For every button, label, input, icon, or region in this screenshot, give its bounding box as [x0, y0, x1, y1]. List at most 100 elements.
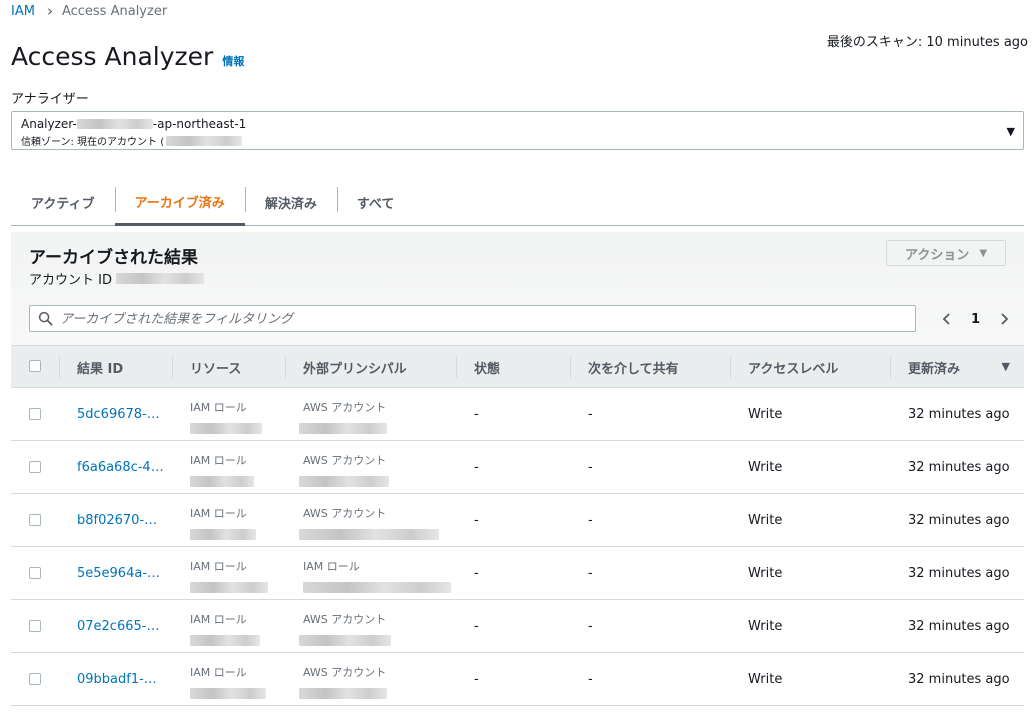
caret-down-icon: ▼ — [979, 247, 988, 259]
shared-via-value: - — [588, 513, 593, 528]
table-row[interactable]: 07e2c665-… IAM ロール AWS アカウント - - Write 3… — [11, 600, 1024, 653]
column-divider — [730, 356, 731, 378]
resource-type: IAM ロール — [190, 666, 247, 679]
status-value: - — [474, 619, 479, 634]
status-value: - — [474, 566, 479, 581]
tab-resolved[interactable]: 解決済み — [244, 180, 337, 225]
row-checkbox[interactable] — [29, 408, 41, 420]
redacted-account-id — [166, 135, 243, 146]
shared-via-value: - — [588, 566, 593, 581]
info-link[interactable]: 情報 — [222, 53, 244, 69]
row-checkbox[interactable] — [29, 620, 41, 632]
account-id-label: アカウント ID — [29, 273, 112, 288]
row-checkbox[interactable] — [29, 514, 41, 526]
column-status[interactable]: 状態 — [474, 346, 500, 388]
column-updated[interactable]: 更新済み — [908, 346, 960, 388]
redacted-analyzer-id — [76, 119, 153, 129]
updated-value: 32 minutes ago — [908, 566, 1010, 581]
row-checkbox[interactable] — [29, 673, 41, 685]
column-principal[interactable]: 外部プリンシパル — [303, 346, 407, 388]
caret-down-icon: ▼ — [1006, 125, 1015, 138]
status-value: - — [474, 407, 479, 422]
table-row[interactable]: 09bbadf1-… IAM ロール AWS アカウント - - Write 3… — [11, 653, 1024, 706]
page-title: Access Analyzer — [11, 42, 214, 71]
select-all-checkbox[interactable] — [29, 360, 41, 372]
updated-value: 32 minutes ago — [908, 460, 1010, 475]
redacted-principal — [299, 423, 387, 434]
last-scan-text: 最後のスキャン: 10 minutes ago — [826, 35, 1028, 50]
status-value: - — [474, 460, 479, 475]
sort-descending-icon[interactable]: ▼ — [1002, 360, 1010, 373]
page-title-container: Access Analyzer 情報 — [11, 42, 244, 71]
page-number[interactable]: 1 — [971, 312, 980, 327]
access-level-value: Write — [748, 513, 783, 528]
column-divider — [456, 356, 457, 378]
tab-archived[interactable]: アーカイブ済み — [114, 180, 245, 226]
redacted-resource — [190, 529, 256, 540]
filter-box — [29, 305, 916, 332]
updated-value: 32 minutes ago — [908, 407, 1010, 422]
redacted-resource — [190, 582, 268, 593]
chevron-right-icon[interactable] — [994, 309, 1014, 329]
resource-type: IAM ロール — [190, 454, 247, 467]
redacted-principal — [303, 582, 451, 593]
table-row[interactable]: 5dc69678-… IAM ロール AWS アカウント - - Write 3… — [11, 388, 1024, 441]
chevron-left-icon[interactable] — [937, 309, 957, 329]
status-value: - — [474, 672, 479, 687]
principal-type: AWS アカウント — [303, 507, 387, 520]
table-row[interactable]: 5e5e964a-… IAM ロール IAM ロール - - Write 32 … — [11, 547, 1024, 600]
redacted-resource — [190, 635, 260, 646]
redacted-principal — [299, 635, 391, 646]
column-resource[interactable]: リソース — [190, 346, 241, 388]
redacted-principal — [299, 476, 389, 487]
shared-via-value: - — [588, 619, 593, 634]
filter-input[interactable] — [60, 309, 900, 329]
panel-title: アーカイブされた結果 — [29, 248, 198, 268]
column-divider — [570, 356, 571, 378]
resource-type: IAM ロール — [190, 507, 247, 520]
column-shared-via[interactable]: 次を介して共有 — [588, 346, 679, 388]
redacted-account-number — [115, 273, 204, 284]
analyzer-name: Analyzer- -ap-northeast-1 — [21, 117, 246, 131]
status-value: - — [474, 513, 479, 528]
column-access-level[interactable]: アクセスレベル — [748, 346, 838, 388]
column-divider — [285, 356, 286, 378]
actions-label: アクション — [904, 247, 970, 263]
row-checkbox[interactable] — [29, 567, 41, 579]
principal-type: AWS アカウント — [303, 613, 387, 626]
principal-type: IAM ロール — [303, 560, 360, 573]
search-icon — [38, 311, 53, 326]
breadcrumb-iam-link[interactable]: IAM — [11, 4, 35, 19]
column-divider — [172, 356, 173, 378]
resource-type: IAM ロール — [190, 560, 247, 573]
access-level-value: Write — [748, 460, 783, 475]
tab-all[interactable]: すべて — [336, 180, 415, 225]
finding-id-link[interactable]: f6a6a68c-4… — [77, 460, 164, 475]
finding-id-link[interactable]: 07e2c665-… — [77, 619, 159, 634]
table-row[interactable]: b8f02670-… IAM ロール AWS アカウント - - Write 3… — [11, 494, 1024, 547]
updated-value: 32 minutes ago — [908, 672, 1010, 687]
redacted-resource — [190, 476, 254, 487]
analyzer-select[interactable]: Analyzer- -ap-northeast-1 信頼ゾーン: 現在のアカウン… — [11, 111, 1024, 150]
chevron-right-icon: › — [46, 2, 53, 20]
row-checkbox[interactable] — [29, 461, 41, 473]
shared-via-value: - — [588, 460, 593, 475]
finding-id-link[interactable]: 5dc69678-… — [77, 407, 160, 422]
tab-active[interactable]: アクティブ — [11, 180, 115, 225]
actions-button[interactable]: アクション ▼ — [886, 240, 1006, 266]
finding-id-link[interactable]: 5e5e964a-… — [77, 566, 160, 581]
account-id: アカウント ID — [29, 269, 204, 288]
principal-type: AWS アカウント — [303, 401, 387, 414]
analyzer-label: アナライザー — [11, 92, 89, 107]
findings-panel: アーカイブされた結果 アカウント ID アクション ▼ 1 — [11, 232, 1024, 714]
table-row[interactable]: f6a6a68c-4… IAM ロール AWS アカウント - - Write … — [11, 441, 1024, 494]
column-finding-id[interactable]: 結果 ID — [77, 346, 123, 388]
redacted-principal — [299, 688, 387, 699]
redacted-resource — [190, 423, 262, 434]
trust-zone-label: 信頼ゾーン: 現在のアカウント ( — [21, 137, 165, 148]
finding-id-link[interactable]: 09bbadf1-… — [77, 672, 157, 687]
finding-id-link[interactable]: b8f02670-… — [77, 513, 157, 528]
breadcrumb: IAM › Access Analyzer — [11, 2, 167, 20]
column-divider — [59, 356, 60, 378]
column-divider — [890, 356, 891, 378]
